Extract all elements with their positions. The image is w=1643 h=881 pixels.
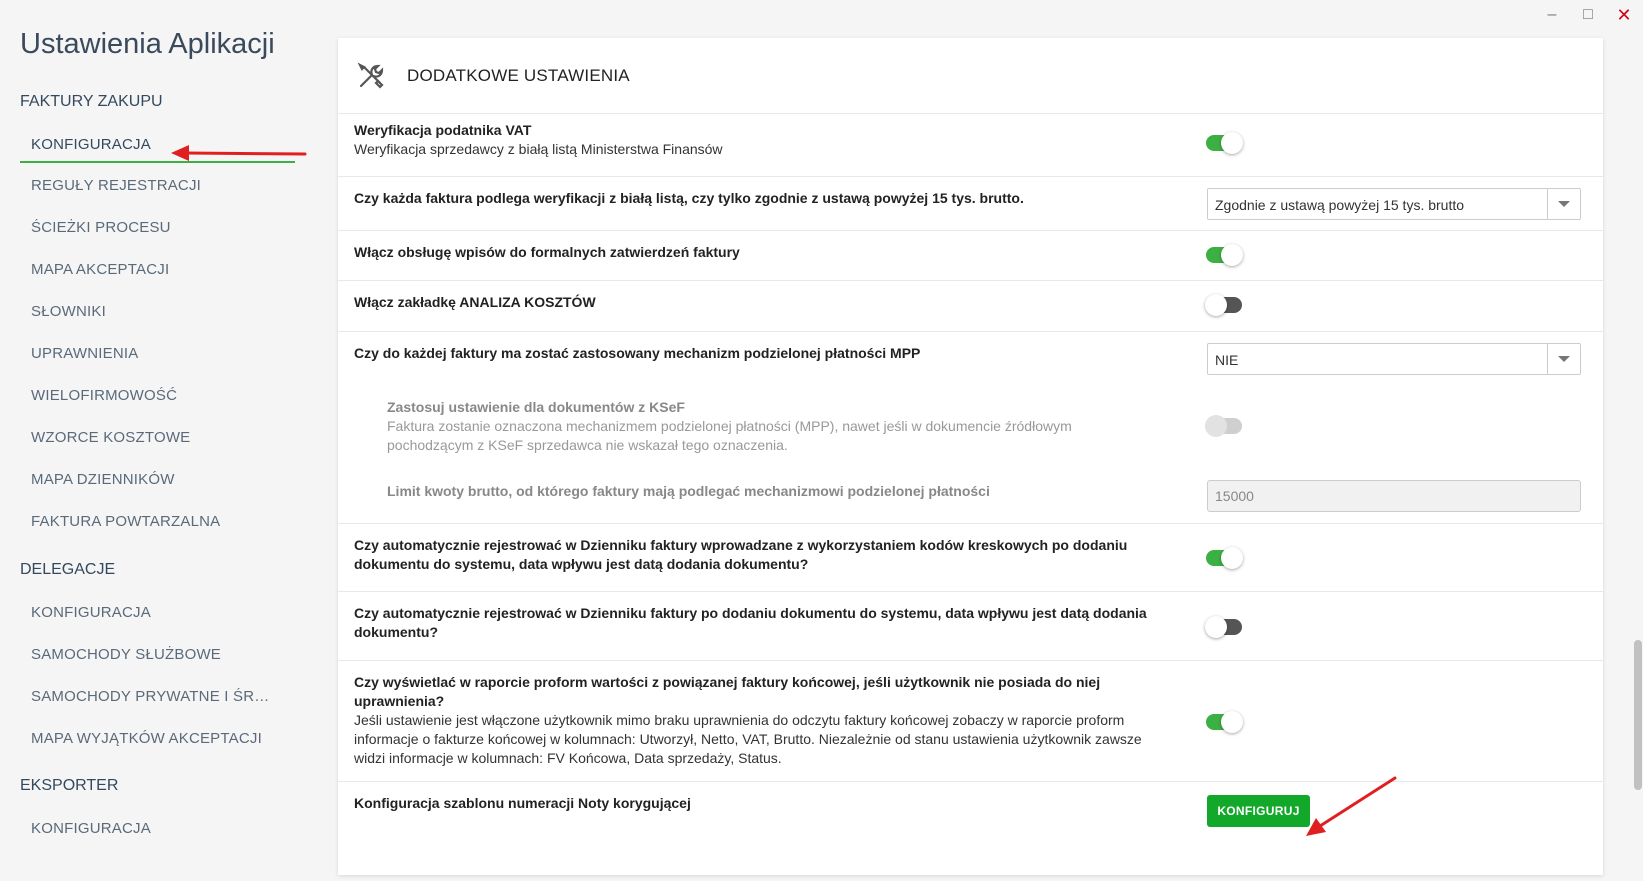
setting-row-barcode-auto-register: Czy automatycznie rejestrować w Dziennik… [338, 524, 1603, 592]
setting-row-white-list-scope: Czy każda faktura podlega weryfikacji z … [338, 177, 1603, 231]
setting-row-formal-approvals: Włącz obsługę wpisów do formalnych zatwi… [338, 231, 1603, 281]
setting-row-proforma-report: Czy wyświetlać w raporcie proform wartoś… [338, 661, 1603, 782]
proforma-report-toggle[interactable] [1206, 711, 1243, 733]
sidebar-item-reguly-rejestracji[interactable]: REGUŁY REJESTRACJI [31, 177, 201, 194]
gross-limit-input[interactable] [1207, 480, 1581, 512]
sidebar-item-wielofirmowosc[interactable]: WIELOFIRMOWOŚĆ [31, 387, 177, 404]
setting-row-correction-note-numbering: Konfiguracja szablonu numeracji Noty kor… [338, 782, 1603, 840]
minimize-icon[interactable]: – [1541, 4, 1563, 26]
sidebar-item-delegacje-konfiguracja[interactable]: KONFIGURACJA [31, 604, 151, 621]
configure-button[interactable]: KONFIGURUJ [1207, 795, 1310, 827]
sidebar-item-mapa-wyjatkow-akceptacji[interactable]: MAPA WYJĄTKÓW AKCEPTACJI [31, 730, 262, 747]
panel-title: DODATKOWE USTAWIENIA [407, 65, 630, 85]
select-value: Zgodnie z ustawą powyżej 15 tys. brutto [1215, 197, 1465, 213]
maximize-icon[interactable]: □ [1577, 4, 1599, 26]
section-title-delegacje: DELEGACJE [20, 561, 116, 578]
settings-panel: DODATKOWE USTAWIENIA Weryfikacja podatni… [338, 38, 1603, 875]
auto-register-toggle[interactable] [1205, 616, 1242, 638]
setting-description: Jeśli ustawienie jest włączone użytkowni… [354, 712, 1142, 766]
tools-icon [357, 62, 384, 89]
chevron-down-icon[interactable] [1547, 189, 1580, 219]
formal-approvals-toggle[interactable] [1206, 244, 1243, 266]
split-payment-select[interactable]: NIE [1207, 343, 1581, 375]
sidebar-item-samochody-prywatne[interactable]: SAMOCHODY PRYWATNE I ŚROD... [31, 688, 281, 705]
setting-title: Limit kwoty brutto, od którego faktury m… [387, 483, 990, 499]
chevron-down-icon[interactable] [1547, 344, 1580, 374]
setting-title: Czy automatycznie rejestrować w Dziennik… [354, 537, 1128, 572]
white-list-scope-select[interactable]: Zgodnie z ustawą powyżej 15 tys. brutto [1207, 188, 1581, 220]
close-icon[interactable]: ✕ [1613, 4, 1635, 26]
app-title: Ustawienia Aplikacji [20, 28, 275, 60]
sidebar-item-samochody-sluzbowe[interactable]: SAMOCHODY SŁUŻBOWE [31, 646, 221, 663]
section-title-faktury-zakupu: FAKTURY ZAKUPU [20, 93, 163, 110]
page-scrollbar[interactable] [1633, 36, 1643, 881]
sidebar-item-eksporter-konfiguracja[interactable]: KONFIGURACJA [31, 820, 151, 837]
setting-title: Włącz obsługę wpisów do formalnych zatwi… [354, 244, 740, 260]
setting-description: Faktura zostanie oznaczona mechanizmem p… [387, 418, 1072, 453]
sidebar-item-uprawnienia[interactable]: UPRAWNIENIA [31, 345, 139, 362]
select-value: NIE [1215, 352, 1239, 368]
sidebar-item-faktura-powtarzalna[interactable]: FAKTURA POWTARZALNA [31, 513, 220, 530]
sidebar-item-wzorce-kosztowe[interactable]: WZORCE KOSZTOWE [31, 429, 190, 446]
scrollbar-thumb[interactable] [1634, 640, 1642, 790]
setting-title: Czy automatycznie rejestrować w Dziennik… [354, 605, 1147, 640]
setting-title: Czy wyświetlać w raporcie proform wartoś… [354, 674, 1101, 709]
window-controls: – □ ✕ [1541, 4, 1635, 26]
sidebar: Ustawienia Aplikacji FAKTURY ZAKUPU KONF… [0, 0, 320, 881]
sidebar-item-mapa-akceptacji[interactable]: MAPA AKCEPTACJI [31, 261, 169, 278]
ksef-toggle[interactable] [1205, 415, 1242, 437]
section-title-eksporter: EKSPORTER [20, 777, 119, 794]
vat-verification-toggle[interactable] [1206, 132, 1243, 154]
setting-title: Włącz zakładkę ANALIZA KOSZTÓW [354, 294, 596, 310]
setting-title: Konfiguracja szablonu numeracji Noty kor… [354, 795, 691, 811]
setting-label: Zastosuj ustawienie dla dokumentów z KSe… [387, 398, 1147, 455]
active-item-underline [20, 161, 295, 163]
sidebar-item-sciezki-procesu[interactable]: ŚCIEŻKI PROCESU [31, 219, 171, 236]
barcode-auto-register-toggle[interactable] [1206, 547, 1243, 569]
setting-title: Czy każda faktura podlega weryfikacji z … [354, 190, 1024, 206]
panel-header: DODATKOWE USTAWIENIA [338, 38, 1603, 114]
setting-title: Weryfikacja podatnika VAT [354, 122, 532, 138]
setting-label: Weryfikacja podatnika VAT Weryfikacja sp… [354, 121, 1164, 159]
setting-row-vat-verification: Weryfikacja podatnika VAT Weryfikacja sp… [338, 108, 1603, 177]
setting-row-auto-register: Czy automatycznie rejestrować w Dziennik… [338, 592, 1603, 661]
setting-title: Zastosuj ustawienie dla dokumentów z KSe… [387, 399, 685, 415]
setting-title: Czy do każdej faktury ma zostać zastosow… [354, 345, 921, 361]
setting-row-cost-analysis: Włącz zakładkę ANALIZA KOSZTÓW [338, 281, 1603, 332]
cost-analysis-toggle[interactable] [1205, 294, 1242, 316]
sidebar-item-slowniki[interactable]: SŁOWNIKI [31, 303, 106, 320]
setting-description: Weryfikacja sprzedawcy z białą listą Min… [354, 141, 723, 157]
setting-row-split-payment: Czy do każdej faktury ma zostać zastosow… [338, 332, 1603, 524]
sidebar-item-konfiguracja[interactable]: KONFIGURACJA [31, 136, 151, 153]
sidebar-item-mapa-dziennikow[interactable]: MAPA DZIENNIKÓW [31, 471, 175, 488]
setting-label: Czy wyświetlać w raporcie proform wartoś… [354, 673, 1164, 768]
